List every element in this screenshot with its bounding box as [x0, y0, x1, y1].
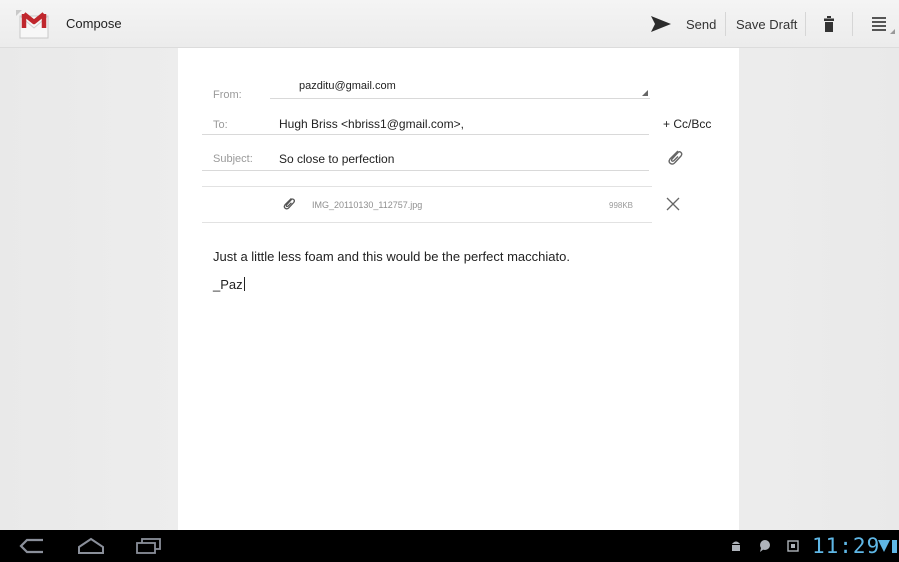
attach-icon[interactable] [665, 148, 685, 168]
page-title: Compose [66, 16, 122, 31]
recent-apps-button[interactable] [134, 530, 164, 562]
message-body-signature[interactable]: _Paz [213, 277, 245, 292]
save-draft-button[interactable]: Save Draft [736, 0, 797, 48]
from-account-select[interactable]: pazditu@gmail.com [299, 80, 396, 92]
trash-button[interactable] [822, 0, 836, 48]
divider [202, 170, 649, 171]
text-cursor [243, 277, 245, 291]
divider [805, 12, 806, 36]
chat-icon [760, 540, 770, 552]
system-bar: 11:29 [0, 530, 899, 562]
android-notification-icon[interactable] [730, 530, 744, 562]
android-icon [732, 541, 740, 551]
divider [852, 12, 853, 36]
remove-attachment-icon[interactable] [665, 196, 681, 212]
recent-apps-icon [136, 538, 161, 554]
status-indicators[interactable] [876, 530, 898, 562]
divider [202, 134, 649, 135]
back-icon [19, 538, 43, 554]
subject-label: Subject: [213, 153, 253, 165]
overflow-menu-icon [872, 17, 895, 34]
attachment-size: 998KB [609, 201, 634, 210]
signature-text: _Paz [213, 277, 243, 292]
back-button[interactable] [18, 530, 48, 562]
cc-bcc-button[interactable]: + Cc/Bcc [663, 117, 711, 131]
wifi-signal-icon [878, 540, 897, 553]
action-bar: Compose Send Save Draft [0, 0, 899, 48]
screenshot-notification-icon[interactable] [787, 530, 801, 562]
message-body-line[interactable]: Just a little less foam and this would b… [213, 249, 570, 264]
save-draft-label: Save Draft [736, 16, 798, 32]
send-button[interactable]: Send [650, 0, 716, 48]
home-button[interactable] [76, 530, 108, 562]
image-icon [787, 540, 799, 552]
subject-field[interactable]: So close to perfection [279, 152, 394, 166]
divider [202, 186, 652, 187]
chat-notification-icon[interactable] [758, 530, 774, 562]
to-field[interactable]: Hugh Briss <hbriss1@gmail.com>, [279, 117, 464, 131]
status-clock[interactable]: 11:29 [812, 534, 880, 558]
divider [725, 12, 726, 36]
from-label: From: [213, 89, 242, 101]
send-icon [651, 16, 671, 32]
gmail-icon[interactable] [14, 8, 54, 40]
attachment-name: IMG_20110130_112757.jpg [312, 200, 423, 210]
trash-icon [824, 16, 834, 32]
home-icon [78, 537, 104, 554]
compose-card: From: pazditu@gmail.com To: Hugh Briss <… [178, 48, 739, 530]
paperclip-icon [283, 197, 296, 210]
overflow-menu-button[interactable] [868, 0, 896, 48]
divider [202, 222, 652, 223]
divider [270, 98, 650, 99]
dropdown-arrow-icon [642, 90, 648, 96]
to-label: To: [213, 119, 228, 131]
send-label: Send [686, 16, 717, 32]
